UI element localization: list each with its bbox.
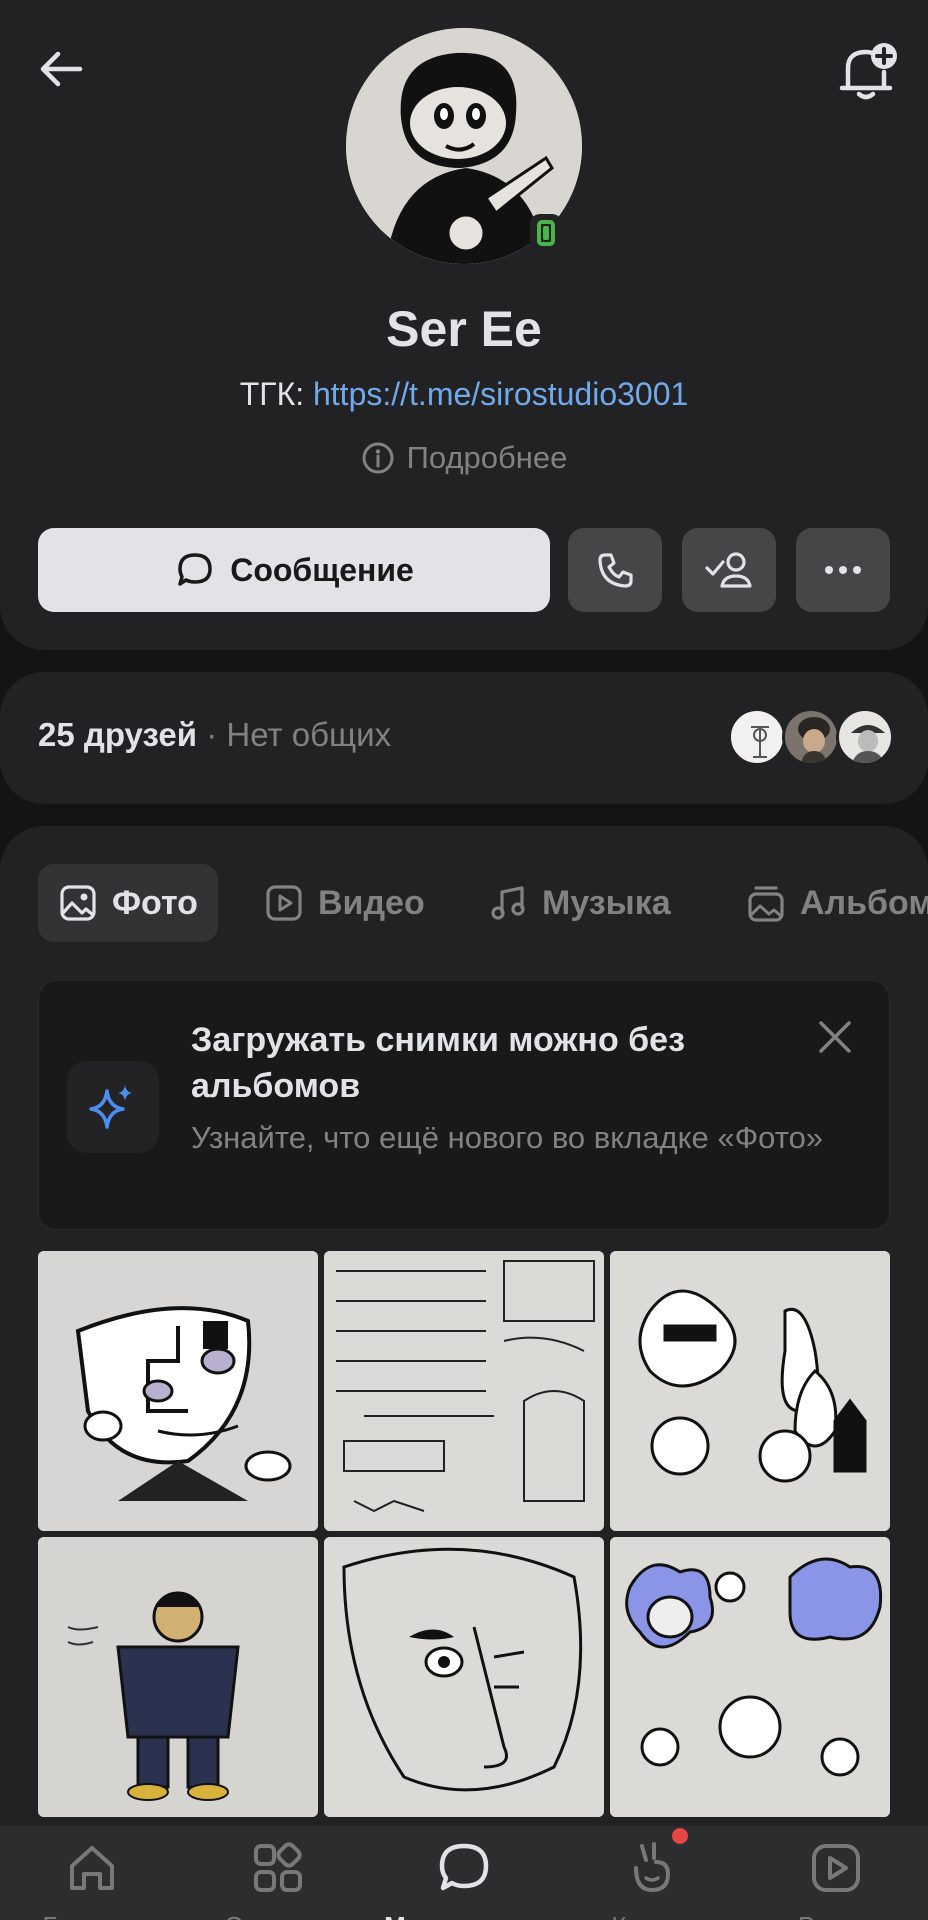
nav-services-label: Сервисы	[198, 1911, 358, 1920]
bell-add-icon[interactable]	[834, 38, 900, 104]
tab-video-label: Видео	[318, 883, 425, 922]
status-link[interactable]: https://t.me/sirostudio3001	[313, 376, 688, 412]
friends-separator: ·	[197, 716, 227, 753]
tab-music-label: Музыка	[542, 883, 671, 922]
home-icon	[70, 1846, 114, 1890]
photo-thumbnail[interactable]	[324, 1251, 604, 1531]
chat-bubble-icon	[178, 553, 212, 586]
nav-services[interactable]: Сервисы	[198, 1840, 358, 1920]
photo-thumbnail[interactable]	[610, 1537, 890, 1817]
nav-clips-label: Клипы	[570, 1911, 730, 1920]
video-nav-icon	[812, 1844, 860, 1892]
sparkle-icon	[67, 1061, 159, 1153]
video-icon	[266, 885, 302, 921]
phone-icon	[598, 553, 633, 588]
nav-messenger-label: Мессенджер	[384, 1911, 544, 1920]
friends-count: 25 друзей	[38, 716, 198, 753]
profile-name: Ser Ee	[386, 301, 542, 357]
tab-photo[interactable]: Фото	[38, 864, 218, 942]
friends-summary[interactable]: 25 друзей · Нет общих	[38, 716, 391, 754]
promo-subtitle: Узнайте, что ещё нового во вкладке «Фото…	[191, 1120, 824, 1155]
nav-clips[interactable]: Клипы	[570, 1840, 730, 1920]
friend-status-button[interactable]	[682, 528, 776, 612]
photo-thumbnail[interactable]	[38, 1537, 318, 1817]
clips-icon	[634, 1842, 671, 1893]
photo-thumbnail[interactable]	[610, 1251, 890, 1531]
nav-messenger[interactable]: Мессенджер	[384, 1840, 544, 1920]
photo-icon	[60, 885, 96, 921]
services-icon	[254, 1842, 302, 1892]
nav-home-label: Главная	[12, 1911, 172, 1920]
tab-photo-label: Фото	[112, 883, 198, 922]
photo-thumbnail[interactable]	[38, 1251, 318, 1531]
more-info-label: Подробнее	[406, 440, 568, 475]
tab-music[interactable]: Музыка	[468, 864, 691, 942]
tab-albums-label: Альбом	[800, 883, 928, 922]
status-prefix: ТГК:	[239, 376, 313, 412]
promo-banner: Загружать снимки можно без альбомов Узна…	[38, 980, 890, 1230]
more-icon	[825, 566, 861, 574]
info-icon	[362, 442, 394, 474]
friend-avatar[interactable]	[782, 708, 840, 766]
music-icon	[491, 886, 525, 920]
messenger-icon	[439, 1843, 489, 1891]
message-button[interactable]: Сообщение	[38, 528, 550, 612]
friend-avatar[interactable]	[836, 708, 894, 766]
more-button[interactable]	[796, 528, 890, 612]
tab-albums[interactable]: Альбом	[726, 864, 928, 942]
friend-avatar[interactable]	[728, 708, 786, 766]
close-icon[interactable]	[815, 1017, 855, 1057]
nav-video-label: Видео	[756, 1911, 916, 1920]
nav-video[interactable]: Видео	[756, 1840, 916, 1920]
profile-status: ТГК: https://t.me/sirostudio3001	[0, 376, 928, 413]
call-button[interactable]	[568, 528, 662, 612]
online-mobile-indicator	[530, 214, 562, 252]
photo-thumbnail[interactable]	[324, 1537, 604, 1817]
nav-home[interactable]: Главная	[12, 1840, 172, 1920]
message-button-label: Сообщение	[230, 551, 414, 588]
mutual-friends: Нет общих	[226, 716, 392, 753]
back-arrow-icon[interactable]	[36, 44, 86, 94]
tab-video[interactable]: Видео	[244, 864, 445, 942]
more-info-button[interactable]: Подробнее	[0, 440, 928, 476]
clips-notification-badge	[672, 1828, 688, 1844]
bottom-navigation: Главная Сервисы Мессенджер Клипы Видео	[0, 1826, 928, 1920]
friend-added-icon	[705, 552, 752, 588]
promo-title: Загружать снимки можно без альбомов	[191, 1021, 685, 1105]
album-icon	[748, 886, 784, 922]
